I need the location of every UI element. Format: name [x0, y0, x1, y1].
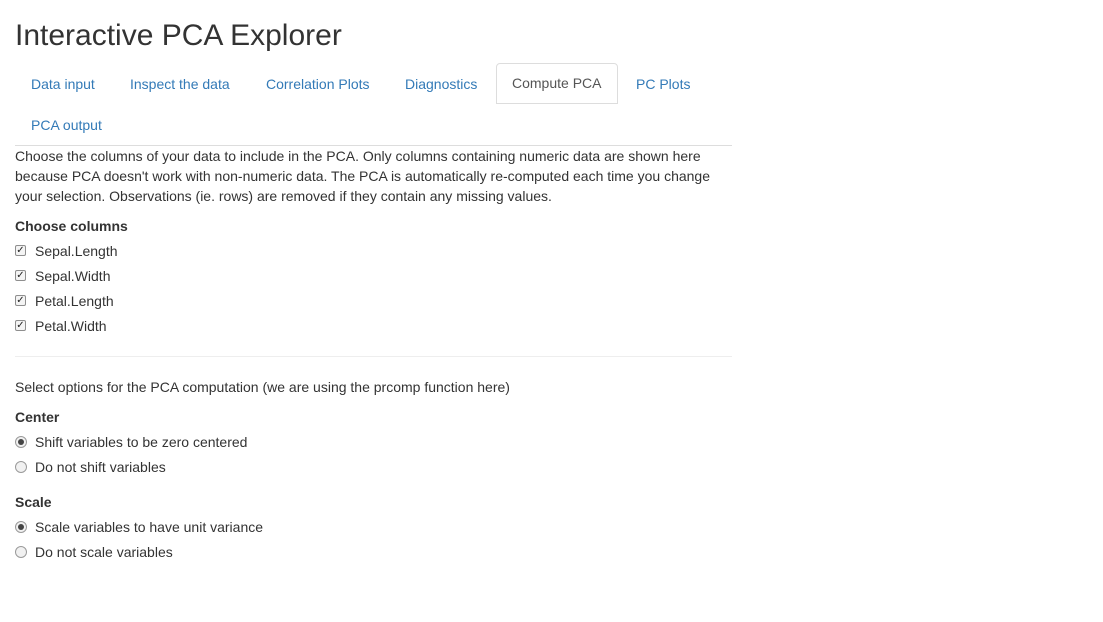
tab-compute-pca[interactable]: Compute PCA — [496, 63, 618, 104]
tab-data-input[interactable]: Data input — [16, 64, 110, 104]
center-label: Center — [15, 409, 60, 425]
checkbox-checked-icon[interactable]: ✓ — [15, 320, 26, 331]
tab-pca-output[interactable]: PCA output — [16, 105, 117, 145]
tab-diagnostics[interactable]: Diagnostics — [390, 64, 492, 104]
radio-selected-icon[interactable] — [15, 521, 27, 533]
radio-selected-icon[interactable] — [15, 436, 27, 448]
options-note: Select options for the PCA computation (… — [15, 379, 510, 395]
checkbox-label: Petal.Width — [35, 318, 107, 334]
checkbox-label: Sepal.Width — [35, 268, 111, 284]
radio-label: Scale variables to have unit variance — [35, 519, 264, 535]
checkbox-checked-icon[interactable]: ✓ — [15, 295, 26, 306]
choose-columns-label: Choose columns — [15, 218, 128, 234]
tab-correlation-plots[interactable]: Correlation Plots — [251, 64, 385, 104]
checkbox-checked-icon[interactable]: ✓ — [15, 245, 26, 256]
columns-description: Choose the columns of your data to inclu… — [15, 148, 711, 204]
tab-pc-plots[interactable]: PC Plots — [621, 64, 705, 104]
section-divider — [15, 356, 732, 357]
radio-unselected-icon[interactable] — [15, 546, 27, 558]
radio-label: Do not scale variables — [35, 544, 173, 560]
tab-bar: Data input Inspect the data Correlation … — [15, 63, 732, 146]
page-title: Interactive PCA Explorer — [15, 19, 342, 52]
checkbox-label: Sepal.Length — [35, 243, 118, 259]
checkbox-label: Petal.Length — [35, 293, 114, 309]
radio-label: Shift variables to be zero centered — [35, 434, 248, 450]
scale-label: Scale — [15, 494, 52, 510]
checkbox-checked-icon[interactable]: ✓ — [15, 270, 26, 281]
radio-label: Do not shift variables — [35, 459, 166, 475]
tab-inspect-the-data[interactable]: Inspect the data — [115, 64, 245, 104]
radio-unselected-icon[interactable] — [15, 461, 27, 473]
